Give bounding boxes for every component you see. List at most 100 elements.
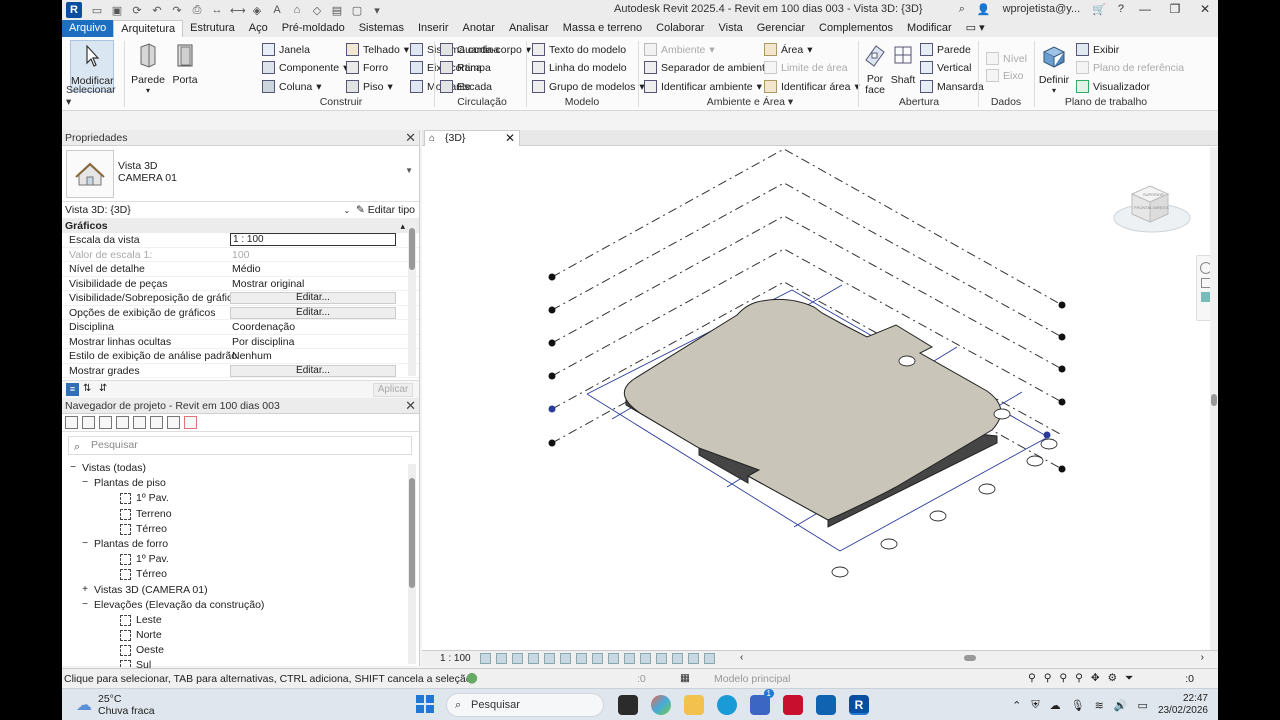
tray-overflow-icon[interactable]: ⌃ — [1012, 699, 1021, 712]
weather-widget[interactable]: ☁ 25°C Chuva fraca — [76, 693, 155, 717]
revit-taskbar-icon[interactable]: R — [849, 695, 869, 715]
tab-collaborate[interactable]: Colaborar — [649, 20, 711, 37]
browser-scrollbar[interactable] — [408, 464, 416, 664]
type-dropdown-icon[interactable]: ▼ — [405, 166, 413, 175]
select-by-face-icon[interactable]: ⚲ — [1075, 672, 1083, 685]
browser-tree-item[interactable]: Leste — [62, 613, 410, 628]
tag-area-button[interactable]: Identificar área ▾ — [764, 78, 860, 95]
user-icon[interactable]: 👤 — [977, 3, 991, 16]
browser-tree-item[interactable]: − Plantas de piso — [62, 476, 410, 491]
room-separator-button[interactable]: Separador de ambiente — [644, 59, 771, 76]
design-options-icon[interactable]: ▦ — [680, 672, 690, 684]
ribbon-options-icon[interactable]: ▭ ▾ — [959, 20, 992, 37]
tag-room-button[interactable]: Identificar ambiente ▾ — [644, 78, 762, 95]
railing-button[interactable]: Guarda-corpo ▾ — [440, 41, 531, 58]
browser-search-input[interactable]: ⌕ Pesquisar — [68, 436, 412, 455]
qat-dropdown-icon[interactable]: ▾ — [370, 4, 384, 17]
tab-3d-view[interactable]: ⌂ {3D} ✕ — [424, 130, 520, 146]
shaft-button[interactable]: Shaft — [888, 40, 918, 92]
render-icon[interactable] — [544, 653, 555, 664]
discipline-value[interactable]: Coordenação — [232, 321, 295, 333]
volume-icon[interactable]: 🔊 — [1114, 699, 1128, 712]
close-properties-icon[interactable]: ✕ — [405, 130, 416, 146]
sun-path-icon[interactable] — [512, 653, 523, 664]
undo-icon[interactable]: ↶ — [150, 4, 164, 17]
scroll-right-icon[interactable]: › — [1201, 652, 1204, 663]
text-icon[interactable]: A — [270, 4, 284, 17]
filter-icon[interactable]: ⏷ — [1125, 672, 1133, 685]
select-underlay-icon[interactable]: ⚲ — [1044, 672, 1052, 685]
expand-icon[interactable]: + — [80, 584, 90, 595]
cart-icon[interactable]: 🛒 — [1092, 3, 1106, 16]
security-icon[interactable]: ⛨ — [1031, 699, 1039, 712]
tab-massing[interactable]: Massa e terreno — [556, 20, 649, 37]
save-icon[interactable]: ▣ — [110, 4, 124, 17]
model-group-button[interactable]: Grupo de modelos ▾ — [532, 78, 645, 95]
browser-tree-item[interactable]: Norte — [62, 628, 410, 643]
tab-precast[interactable]: Pré-moldado — [275, 20, 352, 37]
dimension-icon[interactable]: ⟷ — [230, 4, 246, 17]
apply-button[interactable]: Aplicar — [373, 383, 413, 397]
browser-tree-item[interactable]: + Vistas 3D (CAMERA 01) — [62, 583, 410, 598]
collapse-icon[interactable]: − — [80, 538, 90, 549]
tab-steel[interactable]: Aço — [242, 20, 275, 37]
graphics-section-header[interactable]: Gráficos ▴ — [62, 219, 419, 233]
minimize-icon[interactable]: — — [1136, 2, 1154, 16]
taskbar-search[interactable]: ⌕ Pesquisar — [446, 693, 604, 717]
highlight-displacement-icon[interactable] — [688, 653, 699, 664]
browser-tree-item[interactable]: 1º Pav. — [62, 491, 410, 506]
browser-tree-item[interactable]: 1º Pav. — [62, 552, 410, 567]
select-links-icon[interactable]: ⚲ — [1028, 672, 1036, 685]
ramp-button[interactable]: Rampa — [440, 59, 491, 76]
ref-plane-button[interactable]: Plano de referência — [1076, 59, 1184, 76]
browser-groups-icon[interactable] — [167, 416, 180, 429]
show-grids-edit-button[interactable]: Editar... — [230, 364, 396, 377]
grid-bubble[interactable] — [1040, 438, 1058, 450]
crop-view-icon[interactable] — [560, 653, 571, 664]
grid-bubble[interactable] — [898, 355, 916, 367]
analytical-model-icon[interactable] — [672, 653, 683, 664]
tag-icon[interactable]: ◈ — [250, 4, 264, 17]
wall-button[interactable]: Parede ▾ — [128, 40, 168, 95]
door-button[interactable]: Porta — [168, 40, 202, 92]
section-icon[interactable]: ◇ — [310, 4, 324, 17]
browser-tree-item[interactable]: Térreo — [62, 522, 410, 537]
stair-button[interactable]: Escada — [440, 78, 492, 95]
default-3d-icon[interactable]: ⌂ — [290, 4, 304, 17]
grid-bubble[interactable] — [978, 483, 996, 495]
collapse-icon[interactable]: − — [80, 599, 90, 610]
browser-views-icon[interactable] — [99, 416, 112, 429]
level-button[interactable]: Nível — [986, 50, 1027, 67]
temp-view-props-icon[interactable] — [656, 653, 667, 664]
set-workplane-dropdown-icon[interactable]: ▾ — [1036, 86, 1072, 95]
column-button[interactable]: Coluna ▾ — [262, 78, 322, 95]
browser-home-icon[interactable] — [65, 416, 78, 429]
viewer-button[interactable]: Visualizador — [1076, 78, 1150, 95]
select-group-title[interactable]: Selecionar ▾ — [66, 84, 120, 108]
wall-dropdown-icon[interactable]: ▾ — [128, 86, 168, 95]
restore-icon[interactable]: ❐ — [1166, 2, 1184, 16]
tab-manage[interactable]: Gerenciar — [750, 20, 812, 37]
thin-lines-icon[interactable]: ▤ — [330, 4, 344, 17]
close-icon[interactable]: ✕ — [1196, 2, 1214, 16]
tab-file[interactable]: Arquivo — [62, 20, 114, 37]
wall-opening-button[interactable]: Parede — [920, 41, 971, 58]
collapse-icon[interactable]: − — [68, 462, 78, 473]
collapse-icon[interactable]: − — [80, 477, 90, 488]
grid-bubble[interactable] — [929, 510, 947, 522]
browser-sheets-icon[interactable] — [150, 416, 163, 429]
background-process-icon[interactable]: ⚙ — [1108, 672, 1117, 685]
grid-bubble[interactable] — [880, 538, 898, 550]
temp-hide-icon[interactable] — [608, 653, 619, 664]
edge-icon[interactable] — [717, 695, 737, 715]
close-view-icon[interactable]: ✕ — [505, 131, 515, 146]
redo-icon[interactable]: ↷ — [170, 4, 184, 17]
print-icon[interactable]: ⎙ — [190, 4, 204, 17]
area-button[interactable]: Área ▾ — [764, 41, 812, 58]
file-explorer-icon[interactable] — [684, 695, 704, 715]
by-face-button[interactable]: Por face — [860, 40, 890, 96]
show-crop-icon[interactable] — [576, 653, 587, 664]
copilot-icon[interactable] — [651, 695, 671, 715]
graphic-display-edit-button[interactable]: Editar... — [230, 306, 396, 319]
dormer-button[interactable]: Mansarda — [920, 78, 984, 95]
